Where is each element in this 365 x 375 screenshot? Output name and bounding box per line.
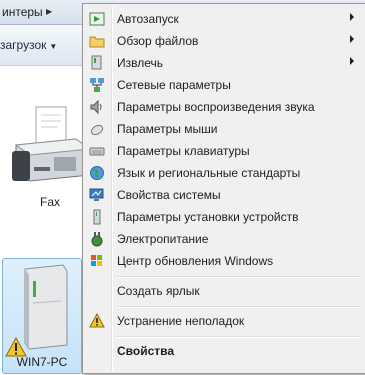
- windows-update-icon: [89, 253, 105, 269]
- warning-icon: [89, 313, 105, 329]
- system-icon: [89, 187, 105, 203]
- menu-item-label: Параметры установки устройств: [117, 210, 299, 224]
- context-menu: Автозапуск Обзор файлов Извлечь Сетевые …: [82, 3, 365, 374]
- menu-item-windows-update[interactable]: Центр обновления Windows: [85, 250, 362, 272]
- device-win7-pc[interactable]: WIN7-PC: [2, 258, 82, 374]
- submenu-arrow-icon: [350, 35, 354, 43]
- menu-item-region-language[interactable]: Язык и региональные стандарты: [85, 162, 362, 184]
- eject-icon: [89, 55, 105, 71]
- menu-separator: [115, 276, 362, 277]
- menu-item-label: Параметры мыши: [117, 122, 218, 136]
- menu-item-device-installation[interactable]: Параметры установки устройств: [85, 206, 362, 228]
- menu-item-create-shortcut[interactable]: Создать ярлык: [85, 280, 362, 302]
- speaker-icon: [89, 99, 105, 115]
- breadcrumb-item[interactable]: интеры: [2, 5, 43, 19]
- toolbar-dropdown-button[interactable]: загрузок ▼: [0, 38, 57, 52]
- menu-item-troubleshoot[interactable]: Устранение неполадок: [85, 310, 362, 332]
- menu-item-properties[interactable]: Свойства: [85, 340, 362, 362]
- menu-item-label: Автозапуск: [117, 12, 179, 26]
- menu-item-browse-files[interactable]: Обзор файлов: [85, 30, 362, 52]
- autoplay-icon: [89, 11, 105, 27]
- menu-item-label: Свойства: [117, 344, 175, 358]
- globe-icon: [89, 165, 105, 181]
- mouse-icon: [89, 121, 105, 137]
- menu-item-label: Свойства системы: [117, 188, 221, 202]
- chevron-down-icon: ▼: [49, 42, 58, 51]
- menu-item-label: Создать ярлык: [117, 284, 200, 298]
- menu-item-power-options[interactable]: Электропитание: [85, 228, 362, 250]
- submenu-arrow-icon: [350, 57, 354, 65]
- menu-item-network-settings[interactable]: Сетевые параметры: [85, 74, 362, 96]
- menu-item-label: Устранение неполадок: [117, 314, 245, 328]
- menu-item-label: Обзор файлов: [117, 34, 199, 48]
- submenu-arrow-icon: [350, 13, 354, 21]
- device-label: Fax: [39, 195, 60, 209]
- breadcrumb-arrow-icon[interactable]: ▶: [46, 7, 52, 16]
- menu-item-label: Центр обновления Windows: [117, 254, 274, 268]
- menu-item-label: Электропитание: [117, 232, 209, 246]
- device-fax[interactable]: Fax: [6, 105, 94, 215]
- device-label: WIN7-PC: [16, 355, 68, 369]
- menu-item-label: Сетевые параметры: [117, 78, 231, 92]
- menu-item-label: Язык и региональные стандарты: [117, 166, 301, 180]
- menu-item-eject[interactable]: Извлечь: [85, 52, 362, 74]
- menu-separator: [115, 306, 362, 307]
- toolbar-button-label: загрузок: [0, 38, 47, 52]
- menu-item-label: Извлечь: [117, 56, 164, 70]
- folder-icon: [89, 33, 105, 49]
- menu-item-system-properties[interactable]: Свойства системы: [85, 184, 362, 206]
- warning-icon: [5, 337, 27, 357]
- menu-item-label: Параметры клавиатуры: [117, 144, 250, 158]
- device-icon: [89, 209, 105, 225]
- menu-item-sound-settings[interactable]: Параметры воспроизведения звука: [85, 96, 362, 118]
- menu-item-autoplay[interactable]: Автозапуск: [85, 8, 362, 30]
- power-icon: [89, 231, 105, 247]
- menu-item-mouse-settings[interactable]: Параметры мыши: [85, 118, 362, 140]
- menu-separator: [115, 336, 362, 337]
- menu-item-keyboard-settings[interactable]: Параметры клавиатуры: [85, 140, 362, 162]
- fax-icon: [12, 106, 92, 182]
- menu-item-label: Параметры воспроизведения звука: [117, 100, 315, 114]
- keyboard-icon: [89, 143, 105, 159]
- network-icon: [89, 77, 105, 93]
